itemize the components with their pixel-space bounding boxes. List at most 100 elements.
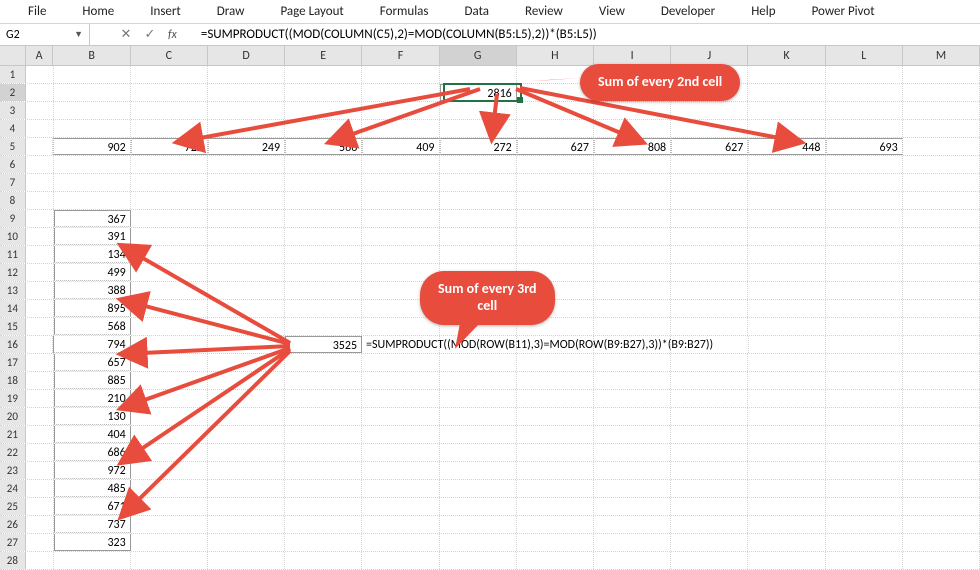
col-header-B[interactable]: B — [53, 46, 130, 65]
cell-B14[interactable]: 895 — [54, 300, 131, 317]
fx-icon[interactable]: fx — [162, 28, 183, 42]
ribbon-tab-draw[interactable]: Draw — [199, 4, 263, 19]
cell-F27[interactable] — [362, 534, 439, 551]
cell-A19[interactable] — [26, 390, 54, 407]
cell-K16[interactable] — [749, 336, 826, 353]
cell-E7[interactable] — [285, 174, 362, 191]
cell-F5[interactable]: 409 — [362, 138, 439, 155]
cell-G7[interactable] — [440, 174, 517, 191]
cell-C28[interactable] — [131, 552, 208, 569]
cell-D18[interactable] — [208, 372, 285, 389]
cell-K17[interactable] — [748, 354, 825, 371]
col-header-L[interactable]: L — [826, 46, 903, 65]
cell-K8[interactable] — [748, 192, 825, 209]
row-header[interactable]: 4 — [0, 120, 26, 137]
cell-A2[interactable] — [26, 84, 54, 101]
cell-D3[interactable] — [208, 102, 285, 119]
row-header[interactable]: 16 — [0, 336, 26, 353]
cell-D7[interactable] — [208, 174, 285, 191]
cell-E11[interactable] — [285, 246, 362, 263]
cell-D11[interactable] — [208, 246, 285, 263]
cell-H20[interactable] — [517, 408, 594, 425]
cell-B27[interactable]: 323 — [54, 534, 131, 551]
cell-L24[interactable] — [826, 480, 903, 497]
cell-H22[interactable] — [517, 444, 594, 461]
cell-E12[interactable] — [285, 264, 362, 281]
cell-D14[interactable] — [208, 300, 285, 317]
row-header[interactable]: 18 — [0, 372, 26, 389]
cell-D9[interactable] — [208, 210, 285, 227]
cell-M23[interactable] — [903, 462, 980, 479]
cell-J3[interactable] — [671, 102, 748, 119]
cell-C6[interactable] — [131, 156, 208, 173]
cell-C7[interactable] — [131, 174, 208, 191]
cell-C21[interactable] — [131, 426, 208, 443]
cell-J18[interactable] — [671, 372, 748, 389]
cell-E3[interactable] — [285, 102, 362, 119]
cell-G8[interactable] — [440, 192, 517, 209]
cell-J7[interactable] — [671, 174, 748, 191]
cell-A3[interactable] — [26, 102, 54, 119]
cell-D6[interactable] — [208, 156, 285, 173]
cell-L19[interactable] — [826, 390, 903, 407]
cell-G2[interactable]: 2816 — [440, 84, 517, 101]
cell-L8[interactable] — [826, 192, 903, 209]
cell-E17[interactable] — [285, 354, 362, 371]
cell-E2[interactable] — [285, 84, 362, 101]
cell-D17[interactable] — [208, 354, 285, 371]
cell-B25[interactable]: 671 — [54, 498, 131, 515]
row-header[interactable]: 5 — [0, 138, 26, 155]
cell-B11[interactable]: 134 — [54, 246, 131, 263]
cell-F16[interactable]: =SUMPRODUCT((MOD(ROW(B11),3)=MOD(ROW(B9:… — [362, 336, 440, 353]
cell-L25[interactable] — [826, 498, 903, 515]
ribbon-tab-review[interactable]: Review — [507, 4, 581, 19]
row-header[interactable]: 25 — [0, 498, 26, 515]
cell-F4[interactable] — [362, 120, 439, 137]
row-header[interactable]: 1 — [0, 66, 26, 83]
cell-B9[interactable]: 367 — [54, 210, 131, 227]
cell-D4[interactable] — [208, 120, 285, 137]
row-header[interactable]: 27 — [0, 534, 26, 551]
cell-G3[interactable] — [440, 102, 517, 119]
cell-E4[interactable] — [285, 120, 362, 137]
cell-I24[interactable] — [594, 480, 671, 497]
row-header[interactable]: 17 — [0, 354, 26, 371]
cell-J20[interactable] — [671, 408, 748, 425]
cell-M7[interactable] — [903, 174, 980, 191]
cell-M21[interactable] — [903, 426, 980, 443]
row-header[interactable]: 26 — [0, 516, 26, 533]
ribbon-tab-help[interactable]: Help — [733, 4, 793, 19]
cell-C22[interactable] — [131, 444, 208, 461]
col-header-D[interactable]: D — [208, 46, 285, 65]
cell-J10[interactable] — [671, 228, 748, 245]
cell-L22[interactable] — [826, 444, 903, 461]
cell-B28[interactable] — [54, 552, 131, 569]
cell-I10[interactable] — [594, 228, 671, 245]
cell-G20[interactable] — [440, 408, 517, 425]
cell-C20[interactable] — [131, 408, 208, 425]
cell-C24[interactable] — [131, 480, 208, 497]
col-header-E[interactable]: E — [285, 46, 362, 65]
cell-H17[interactable] — [517, 354, 594, 371]
cell-A22[interactable] — [26, 444, 54, 461]
ribbon-tab-view[interactable]: View — [581, 4, 643, 19]
cell-J28[interactable] — [671, 552, 748, 569]
cell-M11[interactable] — [903, 246, 980, 263]
cell-D5[interactable]: 249 — [208, 138, 285, 155]
cell-I14[interactable] — [594, 300, 671, 317]
cell-K13[interactable] — [748, 282, 825, 299]
cell-D19[interactable] — [208, 390, 285, 407]
row-header[interactable]: 13 — [0, 282, 26, 299]
cell-L20[interactable] — [826, 408, 903, 425]
cell-K21[interactable] — [748, 426, 825, 443]
cell-F10[interactable] — [362, 228, 439, 245]
cell-A18[interactable] — [26, 372, 54, 389]
ribbon-tab-power-pivot[interactable]: Power Pivot — [794, 4, 893, 19]
cell-F15[interactable] — [362, 318, 439, 335]
cell-H5[interactable]: 627 — [517, 138, 594, 155]
cell-H8[interactable] — [517, 192, 594, 209]
cell-F3[interactable] — [362, 102, 439, 119]
cell-I15[interactable] — [594, 318, 671, 335]
row-header[interactable]: 15 — [0, 318, 26, 335]
cell-C18[interactable] — [131, 372, 208, 389]
